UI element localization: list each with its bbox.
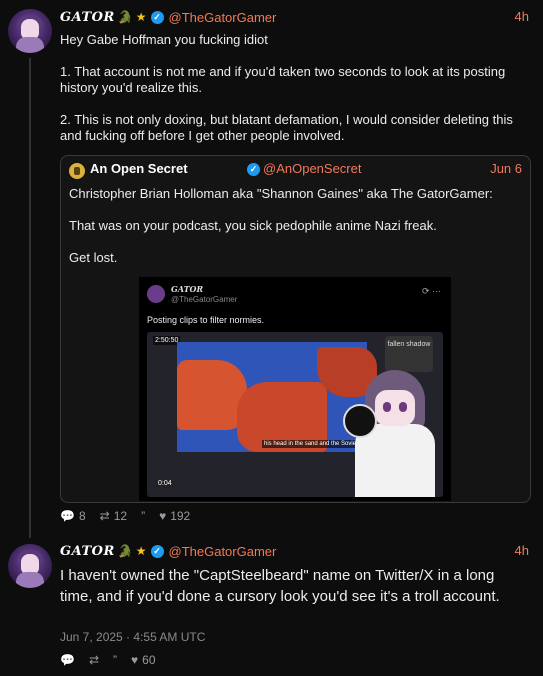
- post-header: GATOR 🐊 ★ ✓ @TheGatorGamer: [60, 8, 276, 26]
- media-video: 2:50:50 his head in the sand and the Sov…: [147, 332, 443, 497]
- quote-icon: ”: [141, 509, 146, 523]
- post-text: I haven't owned the "CaptSteelbeard" nam…: [60, 567, 500, 605]
- quote-date[interactable]: Jun 6: [490, 161, 522, 176]
- character-eye: [383, 402, 391, 412]
- verified-icon: ✓: [150, 10, 164, 24]
- post-date[interactable]: Jun 7, 2025 · 4:55 AM UTC: [60, 630, 205, 644]
- mascot-plush: [343, 404, 377, 438]
- quote-icon: ”: [113, 653, 118, 667]
- post-text: Hey Gabe Hoffman you fucking idiot 1. Th…: [60, 32, 530, 144]
- crocodile-icon: 🐊: [117, 544, 133, 558]
- like-count: 60: [142, 653, 156, 667]
- post-line: 2. This is not only doxing, but blatant …: [60, 112, 513, 143]
- repost-button[interactable]: ⇄ 12: [100, 509, 131, 523]
- repost-count: 12: [113, 509, 128, 523]
- quote-author-handle[interactable]: @AnOpenSecret: [263, 161, 361, 176]
- reply-icon: 💬: [60, 509, 75, 523]
- reply-icon: 💬: [60, 653, 75, 667]
- post-1[interactable]: GATOR 🐊 ★ ✓ @TheGatorGamer 4h Hey Gabe H…: [0, 0, 543, 538]
- quote-text: Christopher Brian Holloman aka "Shannon …: [69, 186, 519, 266]
- media-author-handle: @TheGatorGamer: [171, 295, 238, 304]
- quote-line: Christopher Brian Holloman aka "Shannon …: [69, 186, 493, 201]
- reply-button[interactable]: 💬: [60, 653, 79, 667]
- media-author-name: GATOR: [171, 284, 204, 294]
- star-icon: ★: [135, 544, 147, 558]
- author-handle[interactable]: @TheGatorGamer: [169, 544, 277, 559]
- like-icon: ♥: [159, 509, 167, 523]
- avatar-face: [21, 19, 39, 39]
- repost-button[interactable]: ⇄: [89, 653, 103, 667]
- reply-count: 8: [78, 509, 86, 523]
- quoted-post[interactable]: An Open Secret ✓ @AnOpenSecret Jun 6 Chr…: [60, 155, 531, 503]
- media-post-text: Posting clips to filter normies.: [147, 315, 265, 325]
- like-button[interactable]: ♥ 60: [131, 653, 159, 667]
- character-face: [375, 390, 415, 426]
- like-button[interactable]: ♥ 192: [159, 509, 194, 523]
- post-line: Hey Gabe Hoffman you fucking idiot: [60, 32, 268, 47]
- post-stats: 💬 ⇄ ” ♥ 60: [60, 653, 170, 667]
- quote-button[interactable]: ”: [113, 653, 121, 667]
- quote-line: Get lost.: [69, 250, 118, 265]
- post-time[interactable]: 4h: [515, 9, 529, 24]
- quote-author-name[interactable]: An Open Secret: [90, 161, 188, 176]
- more-icon: ⟳ ···: [421, 286, 441, 296]
- character-eye: [399, 402, 407, 412]
- avatar-face: [21, 554, 39, 574]
- crocodile-icon: 🐊: [117, 10, 133, 24]
- author-name[interactable]: GATOR: [60, 544, 115, 559]
- star-icon: ★: [135, 10, 147, 24]
- avatar-body: [16, 37, 44, 53]
- author-avatar[interactable]: [8, 544, 52, 588]
- repost-icon: ⇄: [88, 653, 100, 667]
- quote-media-image[interactable]: GATOR @TheGatorGamer ⟳ ··· Posting clips…: [139, 277, 451, 501]
- avatar-body: [16, 572, 44, 588]
- verified-icon: ✓: [150, 544, 164, 558]
- author-name[interactable]: GATOR: [60, 10, 115, 25]
- quote-author-avatar: [69, 163, 85, 179]
- thread-line: [29, 58, 31, 538]
- post-time[interactable]: 4h: [515, 543, 529, 558]
- quote-line: That was on your podcast, you sick pedop…: [69, 218, 437, 233]
- map-graphic: his head in the sand and the Soviets: [177, 342, 377, 452]
- like-count: 192: [170, 509, 191, 523]
- post-line: 1. That account is not me and if you'd t…: [60, 64, 506, 95]
- media-avatar: [147, 285, 165, 303]
- author-avatar[interactable]: [8, 9, 52, 53]
- video-duration: 0:04: [155, 479, 175, 488]
- reply-button[interactable]: 💬 8: [60, 509, 90, 523]
- like-icon: ♥: [131, 653, 139, 667]
- quote-button[interactable]: ”: [141, 509, 149, 523]
- repost-icon: ⇄: [99, 509, 110, 523]
- anime-character-image: [343, 362, 443, 497]
- post-header: GATOR 🐊 ★ ✓ @TheGatorGamer: [60, 542, 276, 560]
- post-stats: 💬 8 ⇄ 12 ” ♥ 192: [60, 509, 204, 523]
- verified-icon: ✓: [247, 163, 260, 176]
- author-handle[interactable]: @TheGatorGamer: [169, 10, 277, 25]
